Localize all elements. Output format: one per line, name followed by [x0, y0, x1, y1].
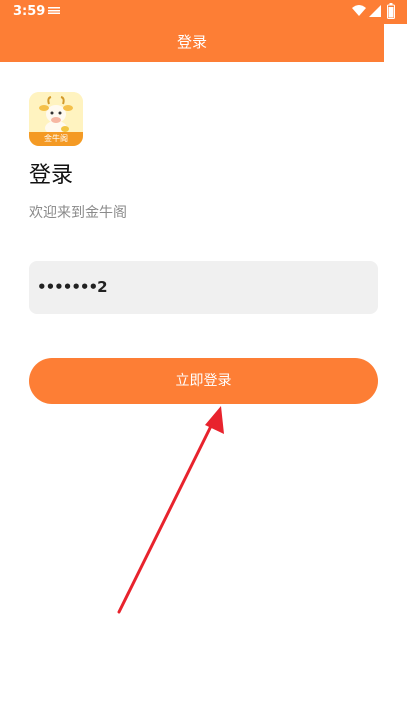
- password-field[interactable]: •••••••2: [29, 261, 378, 314]
- header-title: 登录: [176, 33, 207, 51]
- wifi-icon: [352, 5, 366, 16]
- login-button[interactable]: 立即登录: [29, 358, 378, 404]
- password-value: •••••••2: [37, 278, 108, 296]
- status-time: 3:59: [13, 4, 46, 19]
- logo-label: 金牛阁: [29, 132, 83, 146]
- notification-icon: [48, 7, 60, 14]
- signal-icon: [369, 5, 381, 17]
- page-title: 登录: [29, 163, 74, 188]
- welcome-text: 欢迎来到金牛阁: [29, 205, 127, 221]
- app-logo: 金牛阁: [29, 92, 83, 146]
- battery-icon: [387, 3, 395, 19]
